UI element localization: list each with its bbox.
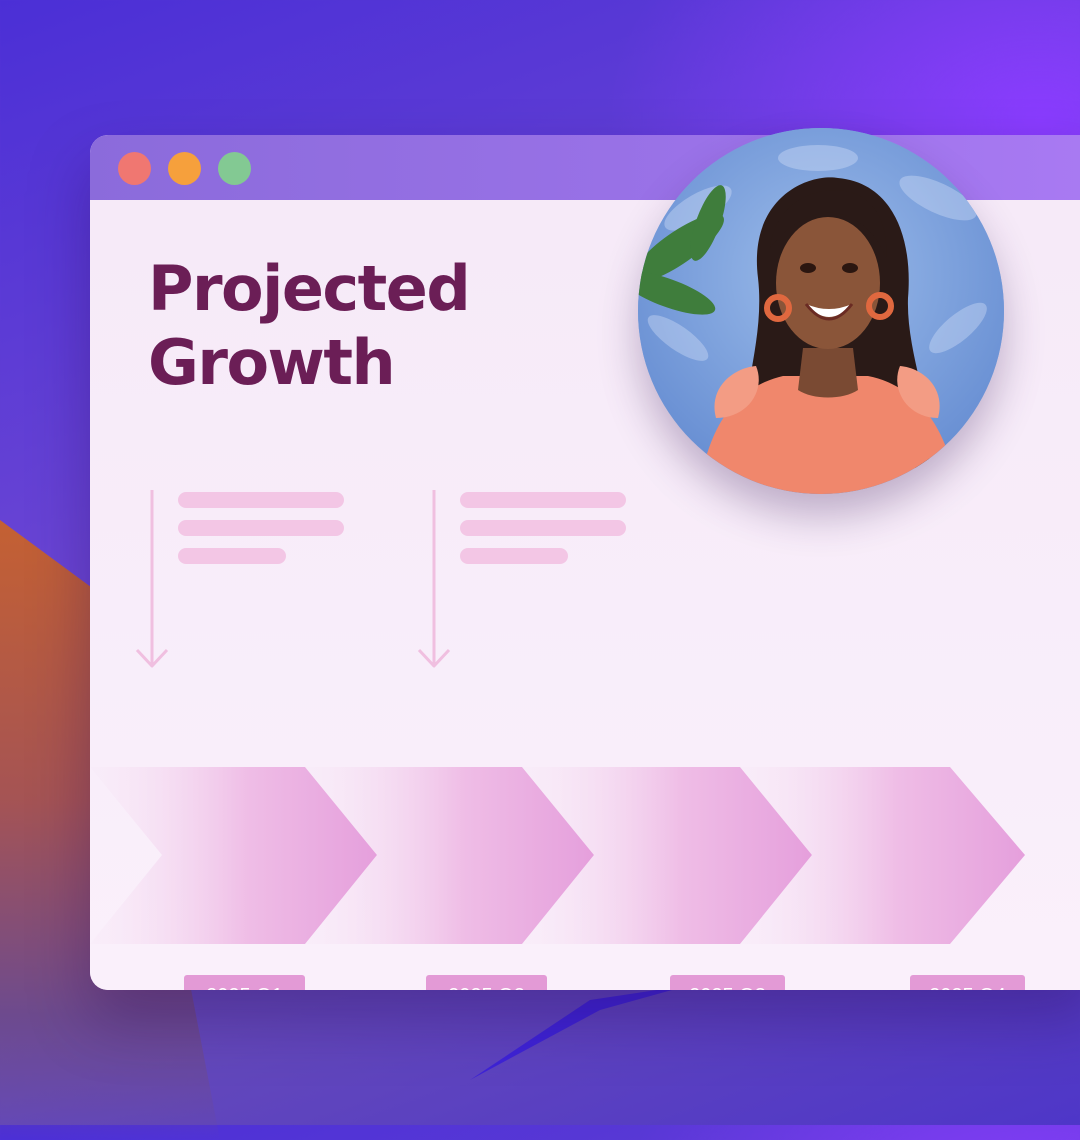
arrow-down-icon <box>417 490 451 668</box>
placeholder-line <box>460 520 626 536</box>
quarter-badge-q4: 2025 Q4 <box>910 975 1025 990</box>
slide-title-line-2: Growth <box>148 326 396 399</box>
quarter-badge-q2: 2025 Q2 <box>426 975 547 990</box>
slide-title: Projected Growth <box>148 252 471 400</box>
placeholder-line <box>178 492 344 508</box>
placeholder-line <box>178 548 286 564</box>
presenter-portrait <box>638 128 1004 494</box>
close-window-button[interactable] <box>118 152 151 185</box>
placeholder-text-block <box>178 492 348 576</box>
maximize-window-button[interactable] <box>218 152 251 185</box>
placeholder-line <box>460 492 626 508</box>
slide-title-line-1: Projected <box>148 252 471 325</box>
arrow-down-icon <box>135 490 169 668</box>
placeholder-line <box>460 548 568 564</box>
quarter-badge-q1: 2025 Q1 <box>184 975 305 990</box>
placeholder-text-block <box>460 492 630 576</box>
minimize-window-button[interactable] <box>168 152 201 185</box>
quarter-badge-q3: 2025 Q3 <box>670 975 785 990</box>
placeholder-line <box>178 520 344 536</box>
timeline-chevrons <box>90 767 1025 944</box>
presenter-video-thumbnail[interactable] <box>638 128 1004 494</box>
